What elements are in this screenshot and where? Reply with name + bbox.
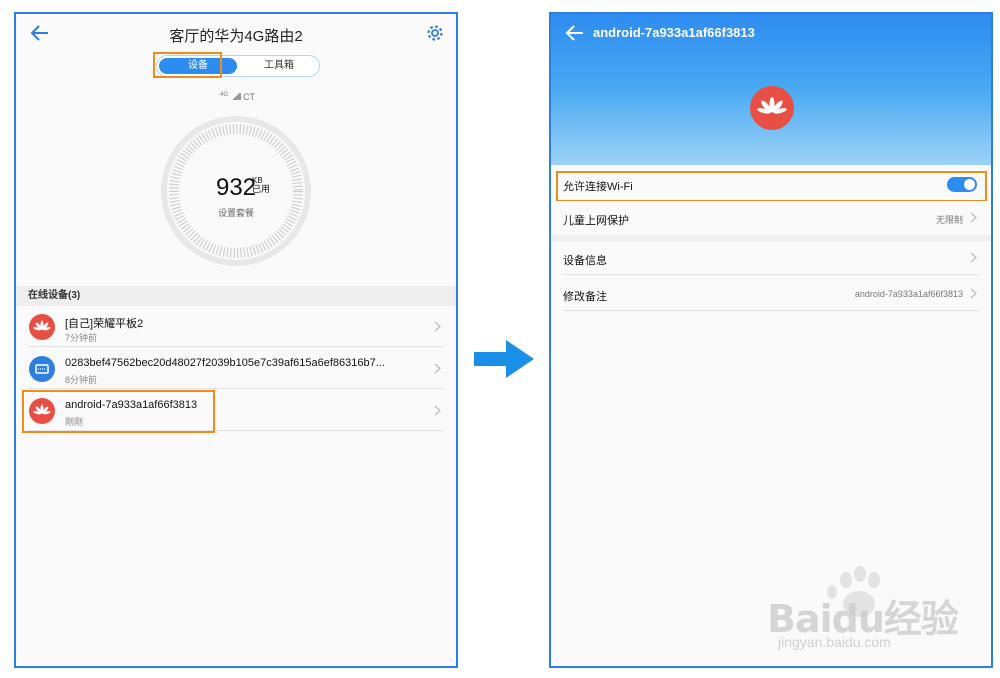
page-title: 客厅的华为4G路由2	[169, 28, 303, 45]
router-device-list-screen: 客厅的华为4G路由2 设备 工具箱 4G CT 932 KB 已用 设置套餐 在…	[14, 12, 458, 668]
page-title: android-7a933a1af66f3813	[593, 25, 755, 40]
online-devices-header: 在线设备(3)	[16, 286, 456, 306]
back-arrow-icon[interactable]	[565, 24, 585, 42]
usage-unit: KB 已用	[252, 176, 270, 194]
highlight-box	[556, 171, 987, 202]
row-value: 无限制	[935, 215, 963, 225]
huawei-logo-icon	[750, 86, 794, 130]
chevron-right-icon	[434, 363, 441, 374]
row-label: 修改备注	[563, 291, 607, 303]
device-info-row[interactable]: 设备信息	[551, 241, 991, 275]
chevron-right-icon	[434, 321, 441, 332]
huawei-logo-icon	[29, 314, 55, 340]
child-protection-row[interactable]: 儿童上网保护 无限制	[551, 201, 991, 235]
gear-icon[interactable]	[426, 24, 444, 42]
edit-remark-row[interactable]: 修改备注 android-7a933a1af66f3813	[551, 277, 991, 311]
row-label: 儿童上网保护	[563, 215, 629, 227]
device-name: 0283bef47562bec20d48027f2039b105e7c39af6…	[65, 357, 385, 369]
device-header: android-7a933a1af66f3813	[551, 14, 991, 165]
tab-toolbox[interactable]: 工具箱	[241, 58, 317, 74]
highlight-box	[22, 390, 215, 433]
usage-unit-bottom: 已用	[252, 184, 271, 194]
highlight-box	[153, 52, 222, 78]
divider	[563, 310, 979, 311]
divider	[563, 274, 979, 275]
carrier-label: CT	[243, 92, 256, 102]
chevron-right-icon	[434, 405, 441, 416]
device-time: 7分钟前	[65, 333, 98, 343]
network-type: 4G	[220, 92, 229, 98]
row-label: 设备信息	[563, 255, 607, 267]
arrow-right-icon	[474, 340, 534, 378]
chevron-right-icon	[970, 212, 977, 223]
device-row[interactable]: [自己]荣耀平板2 7分钟前	[16, 306, 456, 347]
chevron-right-icon	[970, 288, 977, 299]
device-row[interactable]: 0283bef47562bec20d48027f2039b105e7c39af6…	[16, 348, 456, 389]
row-value: android-7a933a1af66f3813	[854, 289, 963, 299]
device-time: 8分钟前	[65, 375, 98, 385]
chevron-right-icon	[970, 252, 977, 263]
divider	[28, 346, 444, 347]
signal-bars-icon	[230, 93, 241, 100]
divider	[28, 388, 444, 389]
device-name: [自己]荣耀平板2	[65, 318, 144, 330]
header: 客厅的华为4G路由2	[16, 14, 456, 52]
signal-indicator: 4G CT	[220, 92, 255, 102]
watermark-url: jingyan.baidu.com	[778, 634, 891, 650]
router-icon	[29, 356, 55, 382]
set-plan-link[interactable]: 设置套餐	[16, 206, 456, 219]
